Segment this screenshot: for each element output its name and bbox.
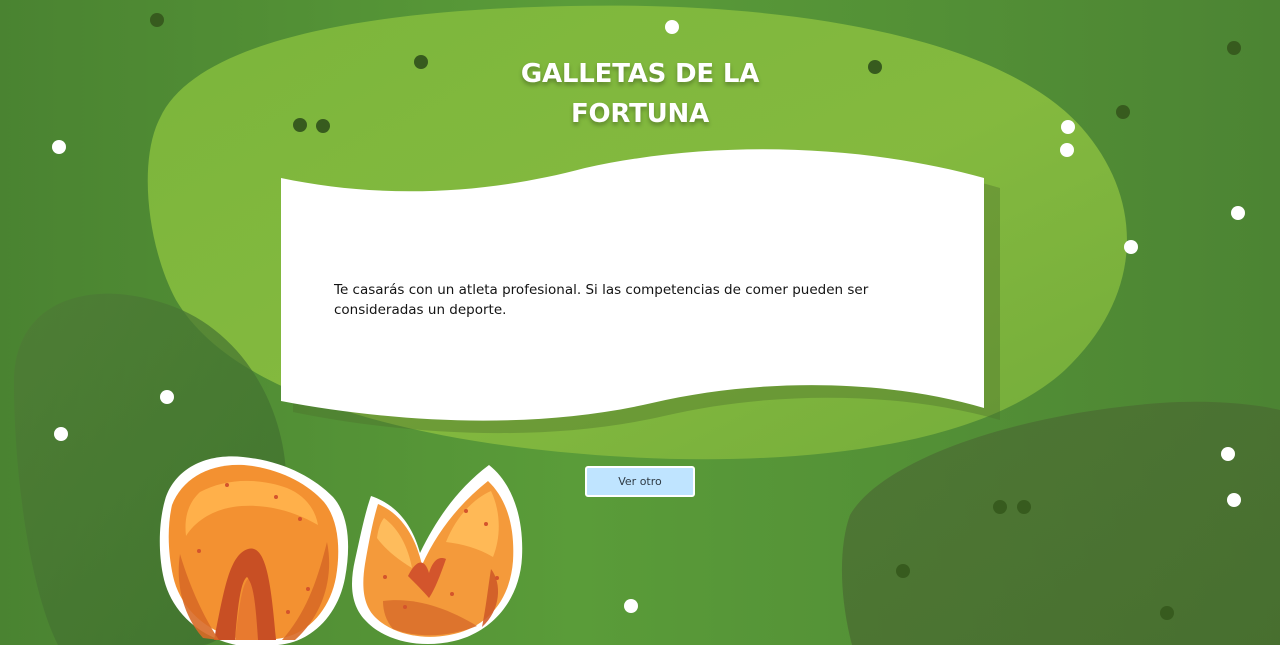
fortune-cookie-right-image xyxy=(352,465,523,645)
fortune-cookie-page: GALLETAS DE LA FORTUNA Te casarás con un… xyxy=(0,0,1280,645)
cookie-speckle xyxy=(484,522,488,526)
dark-dot xyxy=(896,564,910,578)
white-dot xyxy=(1227,493,1241,507)
cookie-speckle xyxy=(286,610,290,614)
page-title-line: GALLETAS DE LA xyxy=(520,59,760,89)
cookie-speckle xyxy=(495,576,499,580)
cookie-speckle xyxy=(464,509,468,513)
dark-dot xyxy=(993,500,1007,514)
cookie-speckle xyxy=(450,592,454,596)
white-dot xyxy=(1231,206,1245,220)
white-dot xyxy=(665,20,679,34)
cookie-speckle xyxy=(298,517,302,521)
dark-dot xyxy=(1160,606,1174,620)
page-title: GALLETAS DE LA FORTUNA xyxy=(0,54,1280,134)
page-title-line: FORTUNA xyxy=(570,99,710,129)
white-dot xyxy=(624,599,638,613)
white-dot xyxy=(1060,143,1074,157)
cookie-speckle xyxy=(197,549,201,553)
next-fortune-button[interactable]: Ver otro xyxy=(585,466,695,497)
white-dot xyxy=(1221,447,1235,461)
white-dot xyxy=(1124,240,1138,254)
cookie-speckle xyxy=(274,495,278,499)
dark-dot xyxy=(1227,41,1241,55)
fortune-message: Te casarás con un atleta profesional. Si… xyxy=(334,282,869,318)
cookie-speckle xyxy=(306,587,310,591)
cookie-speckle xyxy=(383,575,387,579)
dark-dot xyxy=(1017,500,1031,514)
white-dot xyxy=(54,427,68,441)
cookie-speckle xyxy=(225,483,229,487)
dark-dot xyxy=(150,13,164,27)
cookie-speckle xyxy=(403,605,407,609)
white-dot xyxy=(52,140,66,154)
white-dot xyxy=(160,390,174,404)
fortune-cookie-left-image xyxy=(159,456,349,645)
